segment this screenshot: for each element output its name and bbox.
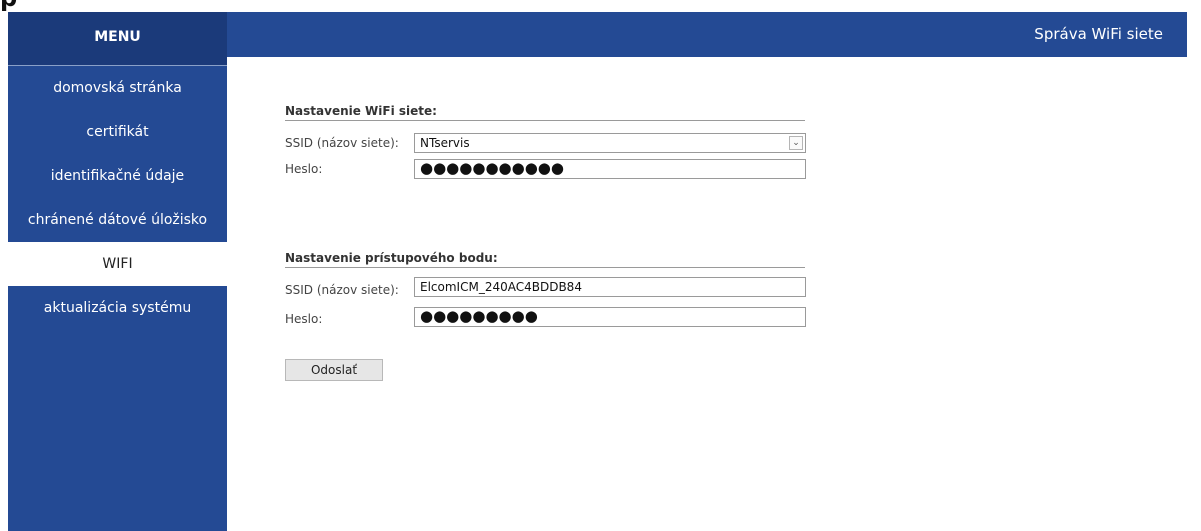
wifi-ssid-value: NTservis — [420, 136, 470, 150]
cropped-top-caption: p · · · · · · · · · · · · · · · · · · · … — [0, 0, 1201, 12]
ap-password-label: Heslo: — [285, 312, 323, 326]
ap-section-title: Nastavenie prístupového bodu: — [285, 251, 805, 268]
wifi-section-title: Nastavenie WiFi siete: — [285, 104, 805, 121]
menu-header: MENU — [8, 12, 227, 66]
sidebar: MENU domovská stránka certifikát identif… — [8, 12, 227, 531]
ap-password-field[interactable]: ●●●●●●●●● — [414, 307, 806, 327]
ap-ssid-field[interactable]: ElcomICM_240AC4BDDB84 — [414, 277, 806, 297]
wifi-ssid-label: SSID (názov siete): — [285, 136, 399, 150]
nav-item-protected-storage[interactable]: chránené dátové úložisko — [8, 198, 227, 242]
main-content: Nastavenie WiFi siete: SSID (názov siete… — [227, 57, 1187, 531]
nav-item-certificate[interactable]: certifikát — [8, 110, 227, 154]
page-title: Správa WiFi siete — [1034, 25, 1163, 43]
submit-button[interactable]: Odoslať — [285, 359, 383, 381]
right-margin — [1187, 12, 1201, 531]
top-bar: Správa WiFi siete — [227, 12, 1187, 57]
ap-ssid-label: SSID (názov siete): — [285, 283, 399, 297]
wifi-password-label: Heslo: — [285, 162, 323, 176]
nav-item-system-update[interactable]: aktualizácia systému — [8, 286, 227, 330]
nav-item-wifi[interactable]: WIFI — [8, 242, 227, 286]
wifi-ssid-select[interactable]: NTservis ⌄ — [414, 133, 806, 153]
ap-ssid-value: ElcomICM_240AC4BDDB84 — [420, 280, 582, 294]
wifi-password-value: ●●●●●●●●●●● — [420, 159, 564, 177]
ap-password-value: ●●●●●●●●● — [420, 307, 538, 325]
wifi-password-field[interactable]: ●●●●●●●●●●● — [414, 159, 806, 179]
nav-item-home[interactable]: domovská stránka — [8, 66, 227, 110]
chevron-down-icon[interactable]: ⌄ — [789, 136, 803, 150]
nav-item-identification[interactable]: identifikačné údaje — [8, 154, 227, 198]
